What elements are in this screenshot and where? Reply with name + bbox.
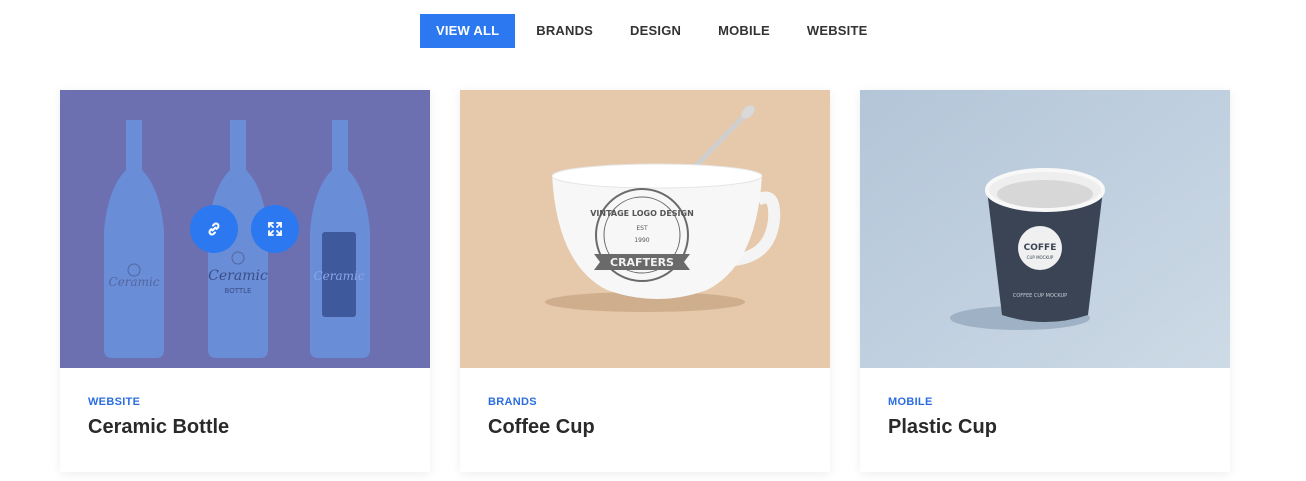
coffee-cup-image: VINTAGE LOGO DESIGN EST 1990 CRAFTERS <box>460 90 830 368</box>
card-title[interactable]: Coffee Cup <box>488 416 595 439</box>
filter-view-all[interactable]: VIEW ALL <box>420 14 516 48</box>
filter-website[interactable]: WEBSITE <box>791 14 884 48</box>
card-meta: BRANDS Coffee Cup <box>488 396 595 439</box>
filter-design[interactable]: DESIGN <box>614 14 697 48</box>
svg-text:Ceramic: Ceramic <box>313 269 364 283</box>
svg-text:CUP MOCKUP: CUP MOCKUP <box>1027 255 1054 260</box>
card-meta: MOBILE Plastic Cup <box>888 396 997 439</box>
card-title[interactable]: Ceramic Bottle <box>88 416 229 439</box>
expand-icon[interactable] <box>251 205 299 253</box>
card-meta: WEBSITE Ceramic Bottle <box>88 396 229 439</box>
filter-brands[interactable]: BRANDS <box>520 14 609 48</box>
svg-text:BOTTLE: BOTTLE <box>225 287 252 295</box>
svg-text:EST: EST <box>636 225 648 232</box>
svg-text:CRAFTERS: CRAFTERS <box>610 256 674 269</box>
card-category[interactable]: WEBSITE <box>88 396 229 408</box>
card-category[interactable]: MOBILE <box>888 396 997 408</box>
card-title[interactable]: Plastic Cup <box>888 416 997 439</box>
portfolio-card-plastic-cup[interactable]: COFFE CUP MOCKUP COFFEE CUP MOCKUP MOBIL… <box>860 90 1230 472</box>
card-category[interactable]: BRANDS <box>488 396 595 408</box>
svg-text:1990: 1990 <box>634 237 649 244</box>
svg-text:Ceramic: Ceramic <box>108 275 159 289</box>
card-thumbnail[interactable]: VINTAGE LOGO DESIGN EST 1990 CRAFTERS <box>460 90 830 368</box>
svg-text:COFFE: COFFE <box>1024 243 1057 253</box>
svg-text:COFFEE CUP MOCKUP: COFFEE CUP MOCKUP <box>1013 293 1067 299</box>
svg-text:VINTAGE LOGO DESIGN: VINTAGE LOGO DESIGN <box>590 209 694 218</box>
portfolio-card-coffee-cup[interactable]: VINTAGE LOGO DESIGN EST 1990 CRAFTERS BR… <box>460 90 830 472</box>
card-thumbnail[interactable]: Ceramic BOTTLE Ceramic Ceramic <box>60 90 430 368</box>
portfolio-card-ceramic-bottle[interactable]: Ceramic BOTTLE Ceramic Ceramic WEBSITE C… <box>60 90 430 472</box>
portfolio-filter-bar: VIEW ALL BRANDS DESIGN MOBILE WEBSITE <box>420 14 883 48</box>
plastic-cup-image: COFFE CUP MOCKUP COFFEE CUP MOCKUP <box>860 90 1230 368</box>
link-icon[interactable] <box>190 205 238 253</box>
filter-mobile[interactable]: MOBILE <box>702 14 786 48</box>
ceramic-bottles-image: Ceramic BOTTLE Ceramic Ceramic <box>60 90 430 368</box>
svg-text:Ceramic: Ceramic <box>208 268 268 284</box>
card-thumbnail[interactable]: COFFE CUP MOCKUP COFFEE CUP MOCKUP <box>860 90 1230 368</box>
